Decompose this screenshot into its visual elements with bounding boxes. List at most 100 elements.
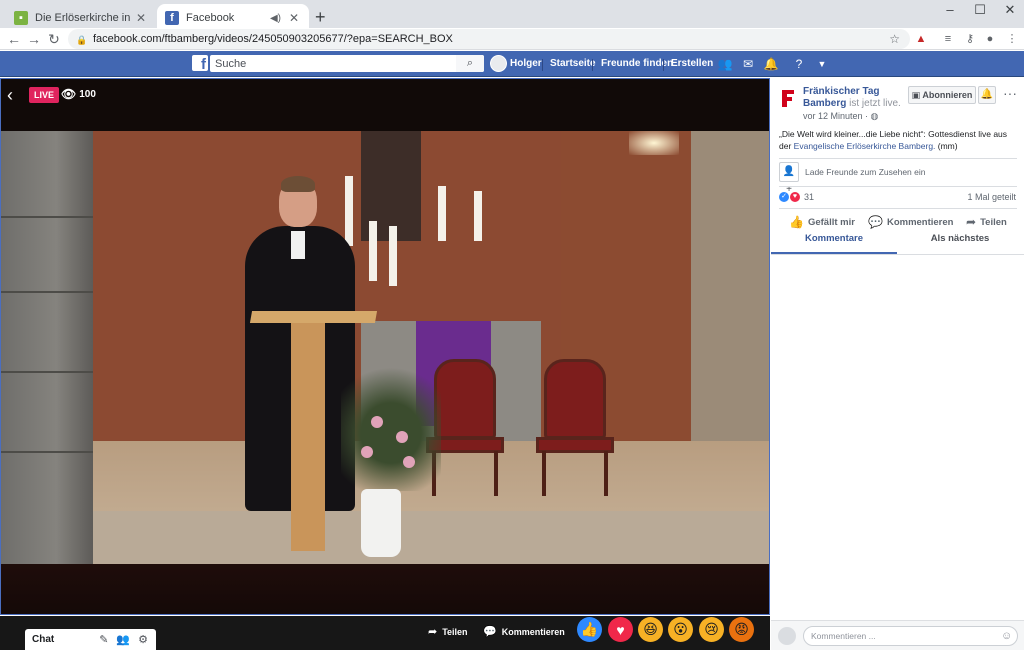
close-tab-icon[interactable]: ✕ (134, 11, 148, 25)
address-bar[interactable]: 🔒 facebook.com/ftbamberg/videos/24505090… (68, 29, 910, 49)
divider (779, 158, 1017, 159)
stone-joint (1, 216, 93, 218)
notifications-bell-icon[interactable]: 🔔 (762, 55, 780, 73)
like-button[interactable]: 👍 Gefällt mir (789, 215, 855, 229)
url-text: facebook.com/ftbamberg/videos/2450509032… (93, 33, 453, 45)
mini-love-icon: ♥ (790, 192, 800, 202)
comment-input[interactable] (803, 626, 1018, 646)
comment-button[interactable]: 💬 Kommentieren (483, 625, 565, 638)
account-menu-icon[interactable]: ▼ (813, 55, 831, 73)
reaction-haha-icon[interactable]: 😆 (638, 617, 663, 642)
nav-startseite[interactable]: Startseite (550, 56, 596, 72)
maximize-button[interactable]: ☐ (965, 2, 995, 20)
stone-wall-left (1, 131, 93, 564)
post-author: Fränkischer Tag Bamberg ist jetzt live. (803, 86, 903, 110)
tab-title: Facebook (186, 12, 235, 24)
lectern (291, 321, 325, 551)
facebook-logo-icon[interactable]: f (192, 55, 208, 71)
close-tab-icon[interactable]: ✕ (287, 11, 301, 25)
vase (361, 489, 401, 557)
forward-icon[interactable]: → (25, 30, 43, 48)
timestamp-text[interactable]: vor 12 Minuten · (803, 111, 868, 121)
key-icon[interactable]: ⚷ (962, 31, 978, 47)
avatar[interactable] (490, 55, 507, 72)
comment-action-button[interactable]: 💬 Kommentieren (868, 215, 953, 229)
share-button[interactable]: ➦ Teilen (428, 625, 468, 638)
viewer-count: 👁 100 (61, 87, 96, 101)
new-tab-button[interactable]: + (315, 7, 326, 28)
flower-arrangement (341, 346, 441, 491)
contacts-icon[interactable]: 👥 (116, 633, 130, 646)
search-icon: ⌕ (466, 57, 474, 69)
facebook-header: f ⌕ Holger Startseite Freunde finden Ers… (0, 51, 1024, 77)
browser-toolbar: ← → ↻ 🔒 facebook.com/ftbamberg/videos/24… (0, 28, 1024, 50)
post-timestamp: vor 12 Minuten · ◍ (803, 111, 878, 122)
profile-icon[interactable]: ● (982, 31, 998, 47)
search-input[interactable] (210, 55, 484, 72)
divider (779, 186, 1017, 187)
reading-list-icon[interactable]: ≡ (940, 31, 956, 47)
divider (542, 59, 543, 71)
reload-icon[interactable]: ↻ (45, 30, 63, 48)
divider (771, 254, 1024, 255)
back-chevron-icon[interactable]: ‹ (7, 85, 13, 106)
reaction-angry-icon[interactable]: 😡 (729, 617, 754, 642)
gear-icon[interactable]: ⚙ (138, 633, 148, 646)
tab-title: Die Erlöserkirche in Bamberg ist live (35, 12, 134, 24)
wow-glyph: 😮 (673, 621, 688, 637)
bookmark-star-icon[interactable]: ☆ (889, 32, 900, 46)
more-options-icon[interactable]: ··· (1003, 85, 1017, 101)
reaction-sad-icon[interactable]: 😢 (699, 617, 724, 642)
share-arrow-icon: ➦ (428, 626, 438, 638)
menu-kebab-icon[interactable]: ⋮ (1004, 31, 1020, 47)
reaction-like-icon[interactable]: 👍 (577, 617, 602, 642)
comment-composer: ☺ (771, 620, 1024, 650)
back-icon[interactable]: ← (5, 30, 23, 48)
close-window-button[interactable]: ✕ (995, 2, 1024, 20)
description-link[interactable]: Evangelische Erlöserkirche Bamberg. (794, 141, 936, 151)
reaction-wow-icon[interactable]: 😮 (668, 617, 693, 642)
comment-bubble-icon: 💬 (868, 215, 883, 229)
messenger-icon[interactable]: ✉ (739, 55, 757, 73)
post-description: „Die Welt wird kleiner...die Liebe nicht… (779, 128, 1019, 152)
live-badge: LIVE (29, 87, 60, 103)
eye-icon: 👁 (61, 87, 77, 101)
compose-icon[interactable]: ✎ (99, 633, 108, 646)
chat-tab[interactable]: Chat ✎ 👥 ⚙ (25, 629, 156, 650)
reaction-summary[interactable]: ✓ ♥ 31 (779, 192, 814, 202)
candle (474, 191, 482, 241)
share-count[interactable]: 1 Mal geteilt (967, 192, 1016, 202)
emoji-icon[interactable]: ☺ (1001, 630, 1012, 642)
nav-erstellen[interactable]: Erstellen (671, 56, 713, 72)
globe-icon: ◍ (870, 111, 879, 121)
subscribe-button[interactable]: ▣ Abonnieren (908, 86, 976, 104)
live-video-player[interactable]: ‹ LIVE 👁 100 (0, 78, 770, 615)
like-glyph: 👍 (580, 621, 599, 637)
tab-als-naechstes[interactable]: Als nächstes (897, 232, 1023, 254)
friend-requests-icon[interactable]: 👥 (716, 55, 734, 73)
reaction-love-icon[interactable]: ♥ (608, 617, 633, 642)
tab-kommentare[interactable]: Kommentare (771, 232, 897, 254)
search-button[interactable]: ⌕ (456, 55, 484, 72)
subscribe-label: Abonnieren (922, 90, 973, 100)
comment-action-label: Kommentieren (886, 216, 954, 228)
share-label: Teilen (442, 626, 468, 637)
viewer-count-value: 100 (79, 88, 96, 100)
page-logo-icon[interactable] (779, 87, 797, 109)
help-icon[interactable]: ? (790, 55, 808, 73)
description-suffix: (mm) (935, 141, 958, 151)
add-friend-icon[interactable]: 👤+ (779, 162, 799, 195)
share-action-button[interactable]: ➦ Teilen (966, 215, 1007, 229)
share-arrow-icon: ➦ (966, 215, 977, 229)
live-status: ist jetzt live. (849, 98, 901, 109)
stone-joint (1, 371, 93, 373)
nav-profile-holger[interactable]: Holger (510, 56, 542, 72)
window-light (629, 131, 679, 155)
pdf-extension-icon[interactable]: ▲ (913, 31, 929, 47)
minimize-button[interactable]: – (935, 2, 965, 20)
invite-friends-link[interactable]: Lade Freunde zum Zusehen ein (805, 167, 926, 177)
video-letterbox-bottom (1, 564, 769, 614)
speaker-icon[interactable]: ◀) (270, 13, 281, 24)
candle (345, 176, 353, 246)
notification-bell-button[interactable]: 🔔 (978, 86, 996, 104)
